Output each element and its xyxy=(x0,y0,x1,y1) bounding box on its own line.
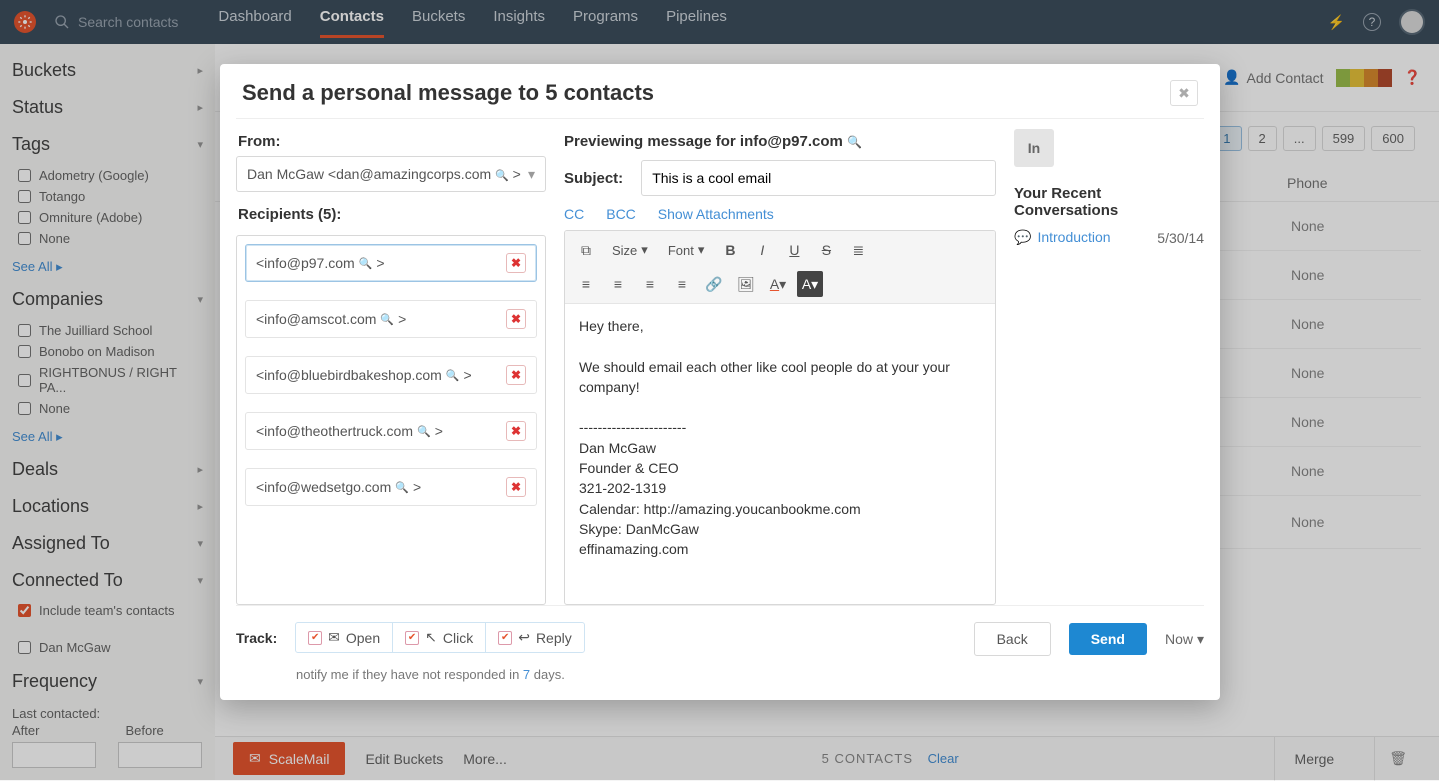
recipients-label: Recipients (5): xyxy=(238,206,546,223)
reply-icon: ↩ xyxy=(518,629,530,646)
send-button[interactable]: Send xyxy=(1069,623,1147,655)
send-message-modal: Send a personal message to 5 contacts ✖ … xyxy=(220,64,1220,700)
cursor-icon: ↖ xyxy=(425,629,437,646)
search-icon: 🔍 xyxy=(395,481,409,494)
strike-icon[interactable]: S xyxy=(813,237,839,263)
search-icon[interactable]: 🔍 xyxy=(847,135,862,149)
underline-icon[interactable]: U xyxy=(781,237,807,263)
preview-label: Previewing message for info@p97.com 🔍 xyxy=(564,133,996,150)
from-label: From: xyxy=(238,133,546,150)
remove-recipient-button[interactable]: ✖ xyxy=(506,253,526,273)
track-click[interactable]: ✔ ↖ Click xyxy=(393,623,486,652)
track-reply[interactable]: ✔ ↩ Reply xyxy=(486,623,584,652)
source-icon[interactable]: ⧉ xyxy=(573,237,599,263)
image-icon[interactable]: 🖼 xyxy=(733,271,759,297)
recipients-list: <info@p97.com 🔍 > ✖ <info@amscot.com 🔍 >… xyxy=(236,235,546,605)
align-left-icon[interactable]: ≡ xyxy=(573,271,599,297)
list-icon[interactable]: ≣ xyxy=(845,237,871,263)
track-group: ✔ ✉ Open ✔ ↖ Click ✔ ↩ Reply xyxy=(295,622,585,653)
remove-recipient-button[interactable]: ✖ xyxy=(506,477,526,497)
subject-input[interactable] xyxy=(641,160,996,196)
message-editor: ⧉ Size ▾ Font ▾ B I U S ≣ ≡ ≡ ≡ ≡ 🔗 🖼 A▾ xyxy=(564,230,996,605)
highlight-icon[interactable]: A▾ xyxy=(797,271,823,297)
back-button[interactable]: Back xyxy=(974,622,1051,656)
notify-text: notify me if they have not responded in … xyxy=(296,667,585,682)
recipient-chip[interactable]: <info@p97.com 🔍 > ✖ xyxy=(245,244,537,282)
align-center-icon[interactable]: ≡ xyxy=(605,271,631,297)
align-right-icon[interactable]: ≡ xyxy=(637,271,663,297)
comment-icon: 💬 xyxy=(1014,229,1031,245)
font-family-select[interactable]: Font ▾ xyxy=(661,238,712,262)
recipient-chip[interactable]: <info@bluebirdbakeshop.com 🔍 > ✖ xyxy=(245,356,537,394)
link-icon[interactable]: 🔗 xyxy=(701,271,727,297)
close-icon: ✖ xyxy=(1178,85,1190,102)
italic-icon[interactable]: I xyxy=(749,237,775,263)
track-label: Track: xyxy=(236,630,277,646)
recipient-chip[interactable]: <info@wedsetgo.com 🔍 > ✖ xyxy=(245,468,537,506)
from-select[interactable]: Dan McGaw <dan@amazingcorps.com 🔍 > ▾ xyxy=(236,156,546,192)
remove-recipient-button[interactable]: ✖ xyxy=(506,421,526,441)
search-icon: 🔍 xyxy=(417,425,431,438)
track-open[interactable]: ✔ ✉ Open xyxy=(296,623,393,652)
search-icon: 🔍 xyxy=(446,369,460,382)
text-color-icon[interactable]: A▾ xyxy=(765,271,791,297)
search-icon: 🔍 xyxy=(359,257,373,270)
envelope-open-icon: ✉ xyxy=(328,629,340,646)
schedule-dropdown[interactable]: Now ▾ xyxy=(1165,631,1204,648)
align-justify-icon[interactable]: ≡ xyxy=(669,271,695,297)
close-button[interactable]: ✖ xyxy=(1170,80,1198,106)
remove-recipient-button[interactable]: ✖ xyxy=(506,309,526,329)
bcc-link[interactable]: BCC xyxy=(606,206,636,222)
chevron-down-icon: ▾ xyxy=(528,166,535,183)
subject-label: Subject: xyxy=(564,170,623,187)
recent-conversations-header: Your Recent Conversations xyxy=(1014,185,1204,219)
editor-body[interactable]: Hey there, We should email each other li… xyxy=(565,304,995,604)
chevron-down-icon: ▾ xyxy=(1197,631,1204,648)
search-icon: 🔍 xyxy=(380,313,394,326)
bold-icon[interactable]: B xyxy=(717,237,743,263)
recipient-chip[interactable]: <info@amscot.com 🔍 > ✖ xyxy=(245,300,537,338)
in-badge: In xyxy=(1014,129,1054,167)
editor-toolbar: ⧉ Size ▾ Font ▾ B I U S ≣ ≡ ≡ ≡ ≡ 🔗 🖼 A▾ xyxy=(565,231,995,304)
modal-title: Send a personal message to 5 contacts xyxy=(242,80,654,106)
recipient-chip[interactable]: <info@theothertruck.com 🔍 > ✖ xyxy=(245,412,537,450)
recent-conversation-item[interactable]: 💬Introduction 5/30/14 xyxy=(1014,229,1204,246)
cc-link[interactable]: CC xyxy=(564,206,584,222)
font-size-select[interactable]: Size ▾ xyxy=(605,238,655,262)
remove-recipient-button[interactable]: ✖ xyxy=(506,365,526,385)
show-attachments-link[interactable]: Show Attachments xyxy=(658,206,774,222)
